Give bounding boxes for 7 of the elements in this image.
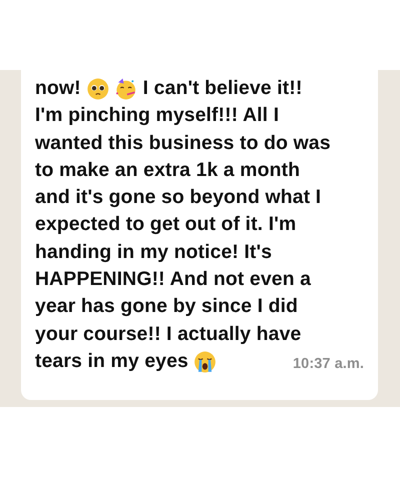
crying-face-icon bbox=[194, 350, 216, 373]
message-text: I can't believe it!! bbox=[142, 76, 302, 101]
pleading-face-icon bbox=[86, 78, 109, 100]
message-text: now! bbox=[35, 76, 81, 101]
party-face-icon bbox=[114, 78, 137, 100]
message-time: 10:37 a.m. bbox=[292, 354, 364, 374]
message-text: tears in my eyes bbox=[35, 348, 188, 374]
